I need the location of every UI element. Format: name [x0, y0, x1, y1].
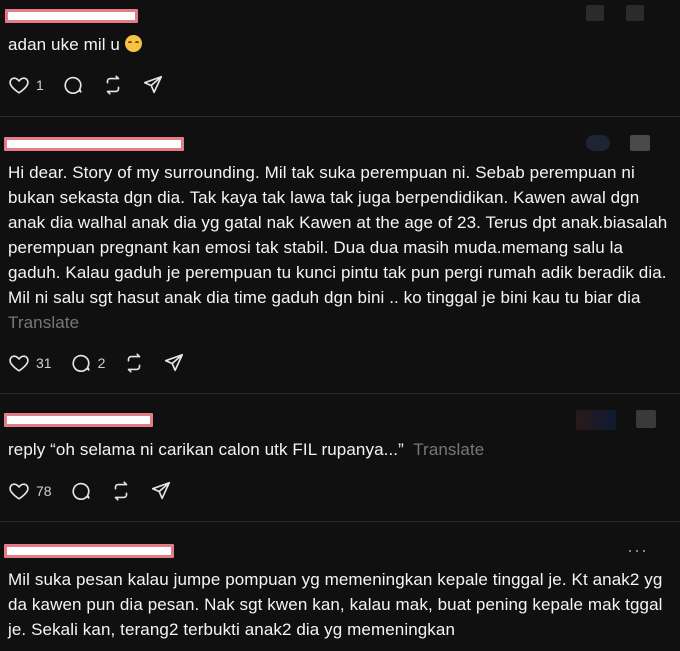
repost-button[interactable]	[102, 74, 124, 96]
post-text: Hi dear. Story of my surrounding. Mil ta…	[8, 163, 668, 332]
comment-icon	[72, 482, 90, 500]
reply-count: 2	[97, 355, 106, 371]
comment-icon	[72, 354, 90, 372]
avatar-thumbnail	[636, 410, 656, 428]
post-text: Mil suka pesan kalau jumpe pompuan yg me…	[8, 570, 663, 639]
translate-link[interactable]: Translate	[413, 440, 484, 459]
repost-button[interactable]	[123, 352, 145, 374]
like-count: 31	[36, 355, 52, 371]
repost-icon	[114, 481, 127, 501]
heart-icon	[9, 77, 29, 94]
comment-icon	[64, 76, 82, 94]
post-actions: 31 2	[8, 349, 203, 377]
avatar-thumbnail	[626, 5, 644, 21]
reply-post-2: Hi dear. Story of my surrounding. Mil ta…	[0, 117, 680, 393]
heart-icon	[9, 483, 29, 500]
repost-icon	[128, 353, 141, 373]
like-count: 78	[36, 483, 52, 499]
reply-post-4: ··· Mil suka pesan kalau jumpe pompuan y…	[0, 522, 680, 651]
like-button[interactable]: 1	[8, 74, 44, 96]
redacted-username	[4, 544, 174, 558]
avatar-thumbnail	[630, 135, 650, 151]
reply-post-1: adan uke mil u 1	[0, 0, 680, 116]
like-button[interactable]: 31	[8, 352, 52, 374]
share-button[interactable]	[163, 352, 185, 374]
like-count: 1	[36, 77, 44, 93]
reply-button[interactable]	[62, 74, 84, 96]
avatar-thumbnail	[576, 410, 616, 430]
repost-button[interactable]	[110, 480, 132, 502]
post-text: adan uke mil u	[8, 32, 668, 57]
translate-link[interactable]: Translate	[8, 313, 79, 332]
repost-icon	[106, 75, 120, 95]
share-icon	[143, 75, 162, 94]
threads-feed: adan uke mil u 1 Hi dear. Story of my su…	[0, 0, 680, 651]
reply-post-3: reply “oh selama ni carikan calon utk FI…	[0, 394, 680, 521]
reply-button[interactable]	[70, 480, 92, 502]
like-button[interactable]: 78	[8, 480, 52, 502]
redacted-username	[4, 413, 153, 427]
more-options-icon[interactable]: ···	[627, 540, 648, 561]
share-icon	[165, 353, 184, 372]
reply-button[interactable]: 2	[70, 352, 106, 374]
post-actions: 78	[8, 477, 190, 505]
share-icon	[151, 481, 170, 500]
relieved-face-emoji-icon	[124, 35, 142, 52]
share-button[interactable]	[142, 74, 164, 96]
avatar-thumbnail	[586, 5, 604, 21]
redacted-username	[5, 9, 138, 23]
post-actions: 1	[8, 71, 182, 99]
avatar-thumbnail	[586, 135, 610, 151]
heart-icon	[9, 355, 29, 372]
share-button[interactable]	[150, 480, 172, 502]
redacted-username	[4, 137, 184, 151]
post-text: reply “oh selama ni carikan calon utk FI…	[8, 440, 485, 459]
